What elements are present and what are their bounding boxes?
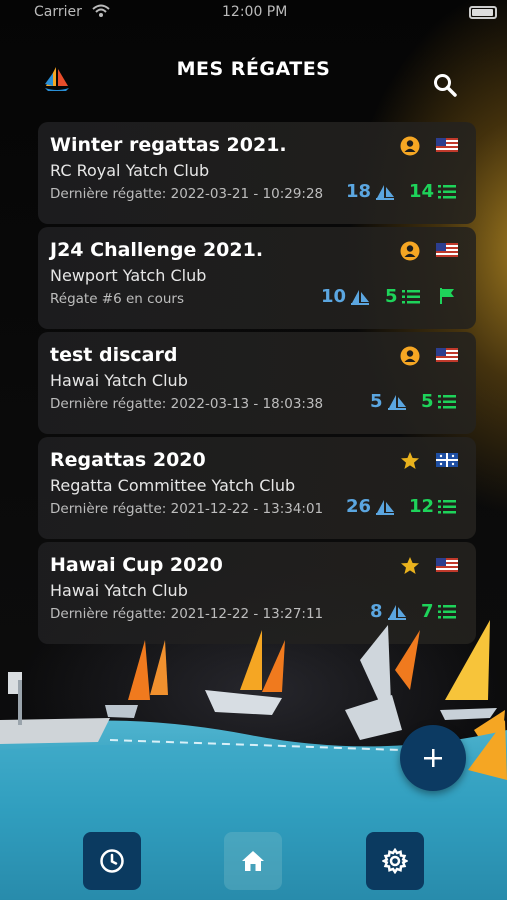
list-icon: [438, 184, 457, 198]
boat-icon: [387, 394, 406, 410]
boats-count-value: 18: [346, 181, 372, 202]
regatta-title: Regattas 2020: [50, 449, 206, 471]
regatta-title: test discard: [50, 344, 178, 366]
carrier-label: Carrier: [34, 4, 82, 20]
list-icon: [401, 289, 420, 303]
boat-icon: [376, 499, 395, 515]
user-icon: [400, 136, 420, 156]
races-count: 5: [421, 391, 456, 412]
wifi-icon: [92, 4, 110, 17]
regatta-card[interactable]: Regattas 2020 Regatta Committee Yatch Cl…: [38, 437, 476, 539]
us-flag-icon: [436, 243, 458, 257]
last-race-info: Dernière régatte: 2021-12-22 - 13:34:01: [50, 501, 324, 517]
home-nav-button[interactable]: [224, 832, 282, 890]
last-race-info: Dernière régatte: 2022-03-21 - 10:29:28: [50, 186, 324, 202]
app-screen: Carrier 12:00 PM MES RÉGATES Winter rega…: [0, 0, 507, 900]
race-flag-icon: [440, 288, 454, 304]
club-name: Regatta Committee Yatch Club: [50, 476, 296, 495]
regatta-title: Hawai Cup 2020: [50, 554, 223, 576]
races-count-value: 12: [409, 496, 435, 517]
star-icon: [401, 557, 419, 574]
regatta-title: Winter regattas 2021.: [50, 134, 287, 156]
us-flag-icon: [436, 138, 458, 152]
clock-time: 12:00 PM: [222, 4, 288, 20]
boat-icon: [376, 184, 395, 200]
us-flag-icon: [436, 558, 458, 572]
battery-icon: [469, 6, 497, 19]
club-name: Newport Yatch Club: [50, 266, 207, 285]
user-icon: [400, 241, 420, 261]
races-count: 12: [409, 496, 457, 517]
us-flag-icon: [436, 348, 458, 362]
club-name: RC Royal Yatch Club: [50, 161, 210, 180]
user-icon: [400, 346, 420, 366]
status-bar: Carrier 12:00 PM: [0, 0, 507, 26]
races-count-value: 5: [421, 391, 434, 412]
star-icon: [401, 452, 419, 469]
gear-icon: [382, 848, 408, 874]
last-race-info: Régate #6 en cours: [50, 291, 184, 307]
history-nav-button[interactable]: [83, 832, 141, 890]
quebec-flag-icon: [436, 453, 458, 467]
settings-nav-button[interactable]: [366, 832, 424, 890]
races-count-value: 5: [385, 286, 398, 307]
races-count-value: 14: [409, 181, 435, 202]
regatta-card[interactable]: test discard Hawai Yatch Club Dernière r…: [38, 332, 476, 434]
boats-count: 26: [346, 496, 395, 517]
clock-icon: [100, 849, 124, 873]
boat-icon: [351, 289, 370, 305]
boats-count: 18: [346, 181, 395, 202]
boats-count-value: 10: [321, 286, 347, 307]
races-count: 14: [409, 181, 457, 202]
boats-count-value: 26: [346, 496, 372, 517]
regatta-title: J24 Challenge 2021.: [50, 239, 264, 261]
boats-count: 5: [370, 391, 407, 412]
regatta-card[interactable]: J24 Challenge 2021. Newport Yatch Club R…: [38, 227, 476, 329]
plus-icon: [424, 749, 442, 767]
list-icon: [438, 499, 457, 513]
regatta-card[interactable]: Winter regattas 2021. RC Royal Yatch Clu…: [38, 122, 476, 224]
last-race-info: Dernière régatte: 2022-03-13 - 18:03:38: [50, 396, 324, 412]
club-name: Hawai Yatch Club: [50, 581, 188, 600]
home-icon: [242, 851, 264, 871]
races-count: 5: [385, 286, 420, 307]
club-name: Hawai Yatch Club: [50, 371, 188, 390]
add-regatta-button[interactable]: [400, 725, 466, 791]
list-icon: [437, 394, 456, 408]
search-icon[interactable]: [430, 70, 460, 100]
boats-count: 10: [321, 286, 370, 307]
boats-count-value: 5: [370, 391, 383, 412]
